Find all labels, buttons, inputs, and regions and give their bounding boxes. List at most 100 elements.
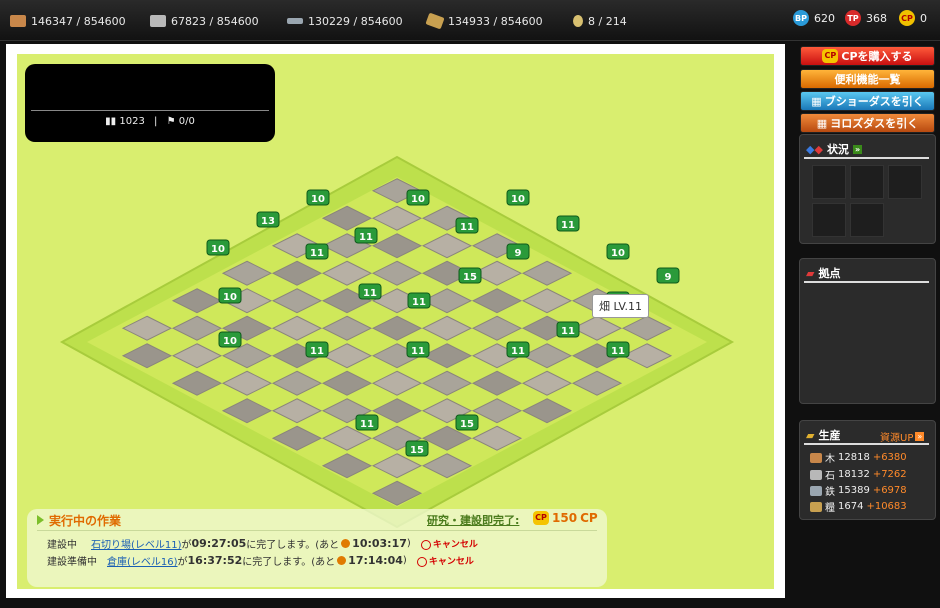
level-badge: 15 bbox=[405, 440, 429, 457]
stone-icon bbox=[810, 469, 822, 480]
unit-count: 0/0 bbox=[178, 116, 195, 127]
cp-coin-icon: CP bbox=[533, 511, 549, 525]
resource-up-link[interactable]: 資源UP» bbox=[880, 429, 925, 444]
status-slot[interactable] bbox=[850, 203, 884, 237]
cancel-button[interactable]: キャンセル bbox=[420, 537, 478, 550]
bp-value: 620 bbox=[814, 11, 835, 25]
yorozu-draw-button[interactable]: ▦ ヨロズダスを引く bbox=[800, 113, 935, 133]
tp-counter: TP 368 bbox=[845, 10, 887, 26]
instant-complete-cost[interactable]: CP 150 CP bbox=[533, 511, 598, 525]
status-slot[interactable] bbox=[888, 165, 922, 199]
resource-bar: 146347 / 854600 67823 / 854600 130229 / … bbox=[0, 0, 940, 41]
level-badge: 11 bbox=[305, 341, 329, 358]
active-work-panel: 実行中の作業 研究・建設即完了: CP 150 CP 建設中 石切り場(レベル11… bbox=[27, 509, 607, 587]
level-badge-text: 11 bbox=[561, 220, 575, 231]
level-badge-text: 11 bbox=[360, 419, 374, 430]
level-badge-text: 10 bbox=[223, 336, 237, 347]
card-icon: ▦ bbox=[811, 94, 822, 108]
expand-icon[interactable]: » bbox=[852, 144, 863, 154]
cancel-icon bbox=[420, 539, 431, 550]
cp-value: 0 bbox=[920, 11, 927, 25]
population-resource: 8 / 214 bbox=[573, 12, 627, 30]
work-row: 建設中 石切り場(レベル11) が 09:27:05 に完了します。(あと 10… bbox=[47, 536, 478, 551]
grain-amount: 134933 / 854600 bbox=[448, 14, 543, 28]
status-slot[interactable] bbox=[812, 203, 846, 237]
level-badge-text: 10 bbox=[611, 248, 625, 259]
soldier-count: 1023 bbox=[119, 116, 145, 127]
level-badge-text: 15 bbox=[463, 272, 477, 283]
cp-coin-icon: CP bbox=[822, 49, 839, 63]
iron-amount: 130229 / 854600 bbox=[308, 14, 403, 28]
unit-icon: ⚑ bbox=[166, 116, 176, 127]
level-badge-text: 15 bbox=[410, 445, 424, 456]
level-badge: 11 bbox=[305, 243, 329, 260]
features-button[interactable]: 便利機能一覧 bbox=[800, 69, 935, 89]
level-badge: 11 bbox=[556, 321, 580, 338]
level-badge: 13 bbox=[256, 211, 280, 228]
building-link[interactable]: 石切り場(レベル11) bbox=[91, 536, 182, 551]
level-badge: 11 bbox=[406, 341, 430, 358]
cancel-button[interactable]: キャンセル bbox=[416, 554, 474, 567]
expand-icon: » bbox=[915, 432, 925, 441]
level-badge-text: 11 bbox=[460, 222, 474, 233]
base-title: 拠点 bbox=[818, 267, 841, 280]
finish-time: 16:37:52 bbox=[187, 554, 243, 567]
level-badge: 11 bbox=[506, 341, 530, 358]
level-badge: 11 bbox=[358, 283, 382, 300]
level-badge-text: 10 bbox=[311, 194, 325, 205]
population-icon bbox=[573, 15, 583, 27]
level-badge-text: 11 bbox=[561, 326, 575, 337]
production-title: 生産 bbox=[818, 429, 841, 442]
level-badge-text: 10 bbox=[223, 292, 237, 303]
card-icon: ▦ bbox=[816, 116, 828, 130]
production-row: 石 18132 +7262 bbox=[810, 467, 907, 482]
grain-icon bbox=[810, 501, 822, 512]
level-badge: 10 bbox=[406, 189, 430, 206]
building-link[interactable]: 倉庫(レベル16) bbox=[107, 553, 178, 568]
bushou-draw-button[interactable]: ▦ ブショーダスを引く bbox=[800, 91, 935, 111]
cp-icon: CP bbox=[899, 10, 915, 26]
level-badge: 15 bbox=[458, 267, 482, 284]
base-panel: ▰ 拠点 bbox=[799, 258, 936, 404]
level-badge-text: 10 bbox=[511, 194, 525, 205]
level-badge-text: 11 bbox=[363, 288, 377, 299]
field-tooltip: 畑 LV.11 bbox=[592, 294, 649, 318]
iron-resource: 130229 / 854600 bbox=[287, 12, 403, 30]
cp-cost-value: 150 bbox=[552, 511, 578, 525]
level-badge-text: 11 bbox=[310, 248, 324, 259]
level-badge: 9 bbox=[656, 267, 680, 284]
level-badge: 10 bbox=[206, 239, 230, 256]
status-slot[interactable] bbox=[850, 165, 884, 199]
cp-cost-unit: CP bbox=[580, 511, 598, 525]
level-badge: 11 bbox=[606, 341, 630, 358]
map-frame: 10 10 10 13 11 11 10 10 10 11 11 11 11 11 10 9 9 11 11 11 11… bbox=[6, 44, 785, 598]
level-badge: 10 bbox=[306, 189, 330, 206]
level-badge: 10 bbox=[506, 189, 530, 206]
village-map[interactable]: 10 10 10 13 11 11 10 10 10 11 11 11 11 11 10 9 9 11 11 11 11… bbox=[17, 54, 774, 589]
stone-amount: 67823 / 854600 bbox=[171, 14, 259, 28]
remaining-time: 17:14:04 bbox=[348, 554, 403, 567]
production-icon: ▰ bbox=[806, 428, 815, 442]
level-badge: 9 bbox=[506, 243, 530, 260]
tp-value: 368 bbox=[866, 11, 887, 25]
level-badge: 11 bbox=[407, 292, 431, 309]
level-badge: 11 bbox=[355, 414, 379, 431]
instant-complete-link[interactable]: 研究・建設即完了: bbox=[427, 512, 519, 528]
wood-icon bbox=[10, 15, 26, 27]
stone-resource: 67823 / 854600 bbox=[150, 12, 259, 30]
status-icon-red: ◆ bbox=[814, 142, 823, 156]
stone-icon bbox=[150, 15, 166, 27]
production-panel: ▰ 生産 資源UP» 木 12818 +6380 石 18132 +7262 鉄… bbox=[799, 420, 936, 520]
buy-cp-button[interactable]: CP CPを購入する bbox=[800, 46, 935, 66]
soldier-icon: ▮▮ bbox=[105, 116, 117, 127]
army-summary: ▮▮ 1023 | ⚑ 0/0 bbox=[105, 116, 195, 127]
grain-icon bbox=[425, 12, 445, 30]
level-badge-text: 11 bbox=[359, 232, 373, 243]
work-row: 建設準備中 倉庫(レベル16) が 16:37:52 に完了します。(あと 17… bbox=[47, 553, 474, 568]
level-badge: 11 bbox=[455, 217, 479, 234]
level-badge: 11 bbox=[354, 227, 378, 244]
status-slot[interactable] bbox=[812, 165, 846, 199]
cancel-icon bbox=[416, 556, 427, 567]
tp-icon: TP bbox=[845, 10, 861, 26]
flag-icon: ▰ bbox=[806, 266, 815, 280]
